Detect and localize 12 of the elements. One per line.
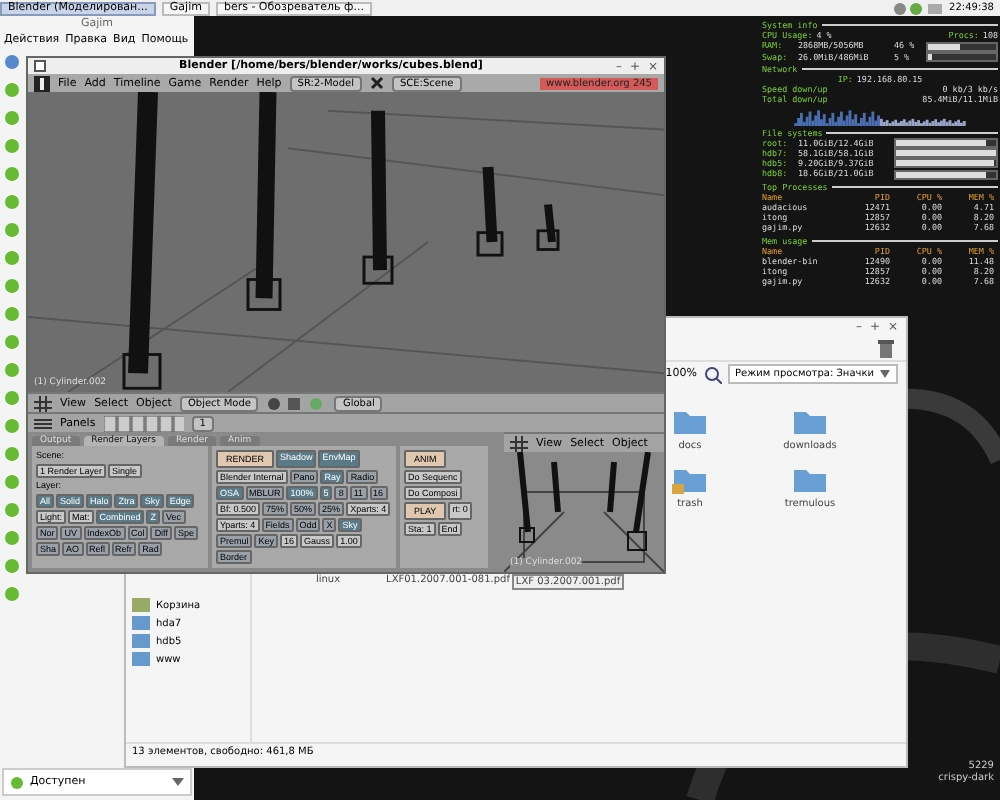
close-icon[interactable] [369, 76, 384, 90]
status-icon [10, 775, 24, 789]
window-icon [34, 60, 46, 72]
tray-icons[interactable] [891, 1, 944, 15]
list-icon[interactable] [34, 415, 52, 431]
caret-icon [172, 778, 184, 786]
grid-icon[interactable] [34, 395, 52, 411]
toolbar-icons[interactable] [266, 395, 327, 411]
grid-icon[interactable] [510, 435, 528, 451]
zoom-in-icon[interactable] [703, 365, 722, 383]
caret-icon [880, 370, 890, 378]
panel-context-icons[interactable] [103, 415, 184, 431]
